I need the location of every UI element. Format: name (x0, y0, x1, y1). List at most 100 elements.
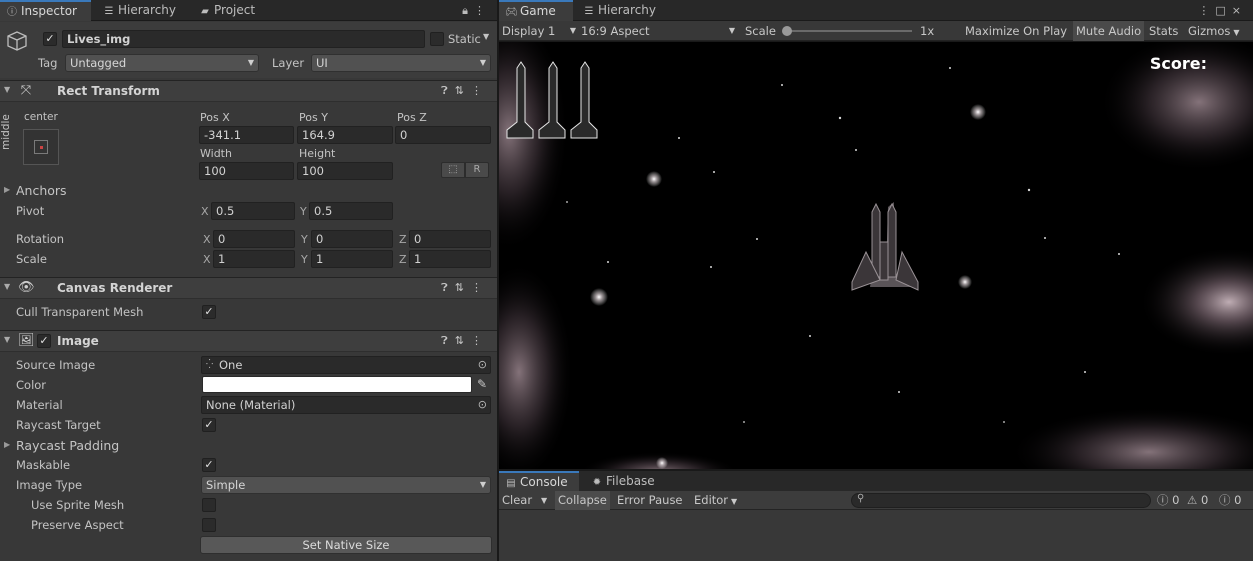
canvas-renderer-header[interactable]: ▼ 👁︎ Canvas Renderer ❓︎⇅⋮ (0, 277, 497, 299)
more-menu-icon[interactable]: ⋮ (474, 4, 491, 17)
pos-x-field[interactable]: -341.1 (199, 126, 294, 144)
tab-hierarchy[interactable]: ☰ Hierarchy (97, 0, 182, 21)
component-header-icons: ❓︎⇅⋮ (441, 334, 489, 348)
help-icon[interactable]: ❓︎ (441, 281, 455, 294)
image-type-dropdown[interactable]: Simple ▼ (201, 476, 491, 494)
pos-y-field[interactable]: 164.9 (297, 126, 393, 144)
raycast-padding-foldout-icon[interactable]: ▶ (4, 440, 10, 449)
eyedropper-icon[interactable]: ✎ (477, 377, 487, 391)
maskable-checkbox[interactable]: ✓ (202, 458, 216, 472)
preset-icon[interactable]: ⇅ (455, 281, 471, 294)
object-picker-icon[interactable]: ⊙ (478, 357, 487, 373)
use-sprite-mesh-checkbox[interactable]: ✓ (202, 498, 216, 512)
tab-game[interactable]: 🎮︎ Game (499, 0, 573, 21)
raycast-target-checkbox[interactable]: ✓ (202, 418, 216, 432)
anchor-h-label: center (24, 111, 58, 123)
more-menu-icon[interactable]: ⋮ (471, 84, 489, 97)
gizmos-dropdown[interactable]: Gizmos ▼ (1188, 21, 1240, 41)
set-native-size-button[interactable]: Set Native Size (200, 536, 492, 554)
preserve-aspect-checkbox[interactable]: ✓ (202, 518, 216, 532)
clear-button[interactable]: Clear (502, 491, 532, 510)
more-menu-icon[interactable]: ⋮ (471, 334, 489, 347)
editor-dropdown[interactable]: Editor ▼ (694, 491, 737, 510)
active-checkbox[interactable]: ✓ (43, 32, 57, 46)
collapse-toggle[interactable]: Collapse (555, 491, 610, 510)
color-swatch[interactable] (202, 376, 472, 393)
tab-hierarchy-right[interactable]: ☰ Hierarchy (577, 0, 662, 21)
more-menu-icon[interactable]: ⋮ (1198, 4, 1215, 17)
scale-slider-track[interactable] (787, 30, 912, 32)
inspector-panel: ⓘ Inspector ☰ Hierarchy ▰ Project 🔒︎⋮ ✓ Liv… (0, 0, 497, 561)
rot-y-field[interactable]: 0 (311, 230, 393, 248)
material-label: Material (16, 398, 63, 412)
source-image-field[interactable]: ⁛ One ⊙ (201, 356, 491, 374)
component-header-icons: ❓︎⇅⋮ (441, 84, 489, 98)
object-header: ✓ Lives_img ✓ Static ▼ Tag Untagged▼ Lay… (0, 22, 497, 78)
cull-transparent-mesh-checkbox[interactable]: ✓ (202, 305, 216, 319)
anchors-foldout-icon[interactable]: ▶ (4, 185, 10, 194)
mute-audio-toggle[interactable]: Mute Audio (1073, 21, 1145, 41)
eye-icon: 👁︎ (18, 280, 35, 295)
tag-label: Tag (38, 56, 58, 70)
tab-console[interactable]: ▤ Console (499, 471, 579, 491)
warning-count-toggle[interactable]: ⚠ 0 (1187, 491, 1208, 510)
help-icon[interactable]: ❓︎ (441, 334, 455, 347)
image-enabled-checkbox[interactable]: ✓ (37, 334, 51, 348)
anchor-preset-button[interactable] (23, 129, 59, 165)
maximize-icon[interactable]: □ (1215, 4, 1231, 17)
aspect-dropdown[interactable]: 16:9 Aspect ▼ (581, 21, 735, 41)
foldout-arrow-icon[interactable]: ▼ (4, 282, 10, 291)
blueprint-mode-button[interactable]: ⬚ (441, 162, 465, 178)
clear-options-dropdown-icon[interactable]: ▼ (541, 491, 547, 510)
error-count-toggle[interactable]: ⓘ 0 (1219, 491, 1241, 510)
filebase-icon: ✹ (592, 477, 602, 488)
tab-inspector[interactable]: ⓘ Inspector (0, 0, 91, 21)
scale-label: Scale (16, 252, 47, 266)
scale-y-field[interactable]: 1 (311, 250, 393, 268)
image-component-header[interactable]: ▼ 🖼︎ ✓ Image ❓︎⇅⋮ (0, 330, 497, 352)
static-dropdown-arrow-icon[interactable]: ▼ (483, 32, 489, 41)
rect-transform-header[interactable]: ▼ ⤧ Rect Transform ❓︎⇅⋮ (0, 80, 497, 102)
search-icon: ⚲ (857, 493, 865, 504)
tag-dropdown[interactable]: Untagged ▼ (65, 54, 259, 72)
source-image-label: Source Image (16, 358, 96, 372)
raw-edit-button[interactable]: R (465, 162, 489, 178)
material-field[interactable]: None (Material) ⊙ (201, 396, 491, 414)
scale-slider-thumb[interactable] (782, 26, 792, 36)
rect-transform-icon: ⤧ (20, 83, 32, 98)
stats-toggle[interactable]: Stats (1149, 21, 1178, 41)
tab-project[interactable]: ▰ Project (193, 0, 261, 21)
foldout-arrow-icon[interactable]: ▼ (4, 85, 10, 94)
object-name-field[interactable]: Lives_img (62, 30, 425, 48)
maximize-on-play-toggle[interactable]: Maximize On Play (965, 21, 1067, 41)
preserve-aspect-label: Preserve Aspect (31, 518, 124, 532)
object-picker-icon[interactable]: ⊙ (478, 397, 487, 413)
pivot-y-field[interactable]: 0.5 (309, 202, 393, 220)
scale-x-field[interactable]: 1 (213, 250, 295, 268)
pos-z-field[interactable]: 0 (395, 126, 491, 144)
lock-icon[interactable]: 🔒︎ (462, 4, 474, 17)
rot-z-field[interactable]: 0 (409, 230, 491, 248)
error-pause-toggle[interactable]: Error Pause (617, 491, 683, 510)
game-viewport[interactable]: Score: (499, 42, 1253, 469)
foldout-arrow-icon[interactable]: ▼ (4, 335, 10, 344)
display-dropdown[interactable]: Display 1 ▼ (502, 21, 576, 41)
scale-z-field[interactable]: 1 (409, 250, 491, 268)
layer-dropdown[interactable]: UI ▼ (311, 54, 491, 72)
height-field[interactable]: 100 (297, 162, 393, 180)
close-icon[interactable]: × (1232, 4, 1247, 17)
info-count-toggle[interactable]: ⓘ 0 (1157, 491, 1179, 510)
raycast-padding-label[interactable]: Raycast Padding (16, 438, 119, 453)
preset-icon[interactable]: ⇅ (455, 84, 471, 97)
anchors-label[interactable]: Anchors (16, 183, 67, 198)
pivot-x-field[interactable]: 0.5 (211, 202, 295, 220)
more-menu-icon[interactable]: ⋮ (471, 281, 489, 294)
help-icon[interactable]: ❓︎ (441, 84, 455, 97)
width-field[interactable]: 100 (199, 162, 294, 180)
tab-filebase[interactable]: ✹ Filebase (585, 471, 661, 491)
rot-x-field[interactable]: 0 (213, 230, 295, 248)
preset-icon[interactable]: ⇅ (455, 334, 471, 347)
console-toolbar: Clear ▼ Collapse Error Pause Editor ▼ ⚲ ⓘ… (499, 491, 1253, 510)
console-search-input[interactable]: ⚲ (851, 493, 1151, 508)
static-checkbox[interactable]: ✓ (430, 32, 444, 46)
